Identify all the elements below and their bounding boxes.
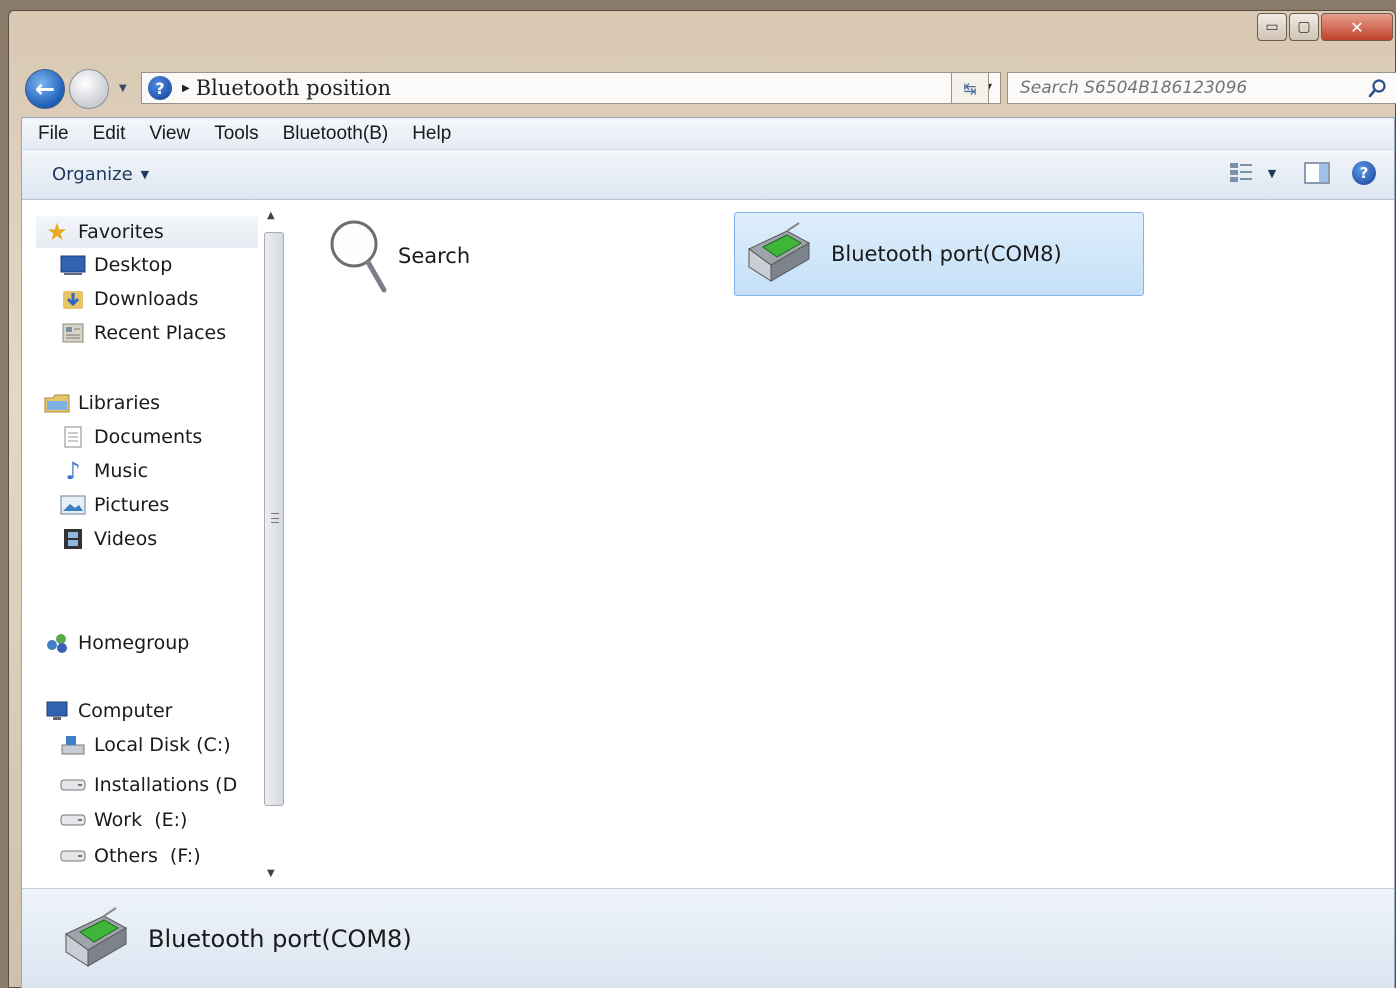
command-bar-tools: ▼ ? — [1222, 160, 1376, 186]
film-icon — [60, 526, 86, 552]
nav-libraries[interactable]: Libraries — [44, 390, 160, 416]
menu-tools[interactable]: Tools — [202, 123, 270, 145]
nav-others-f-label: Others (F:) — [94, 845, 201, 867]
view-dropdown-icon: ▼ — [1267, 166, 1277, 180]
nav-homegroup-label: Homegroup — [78, 632, 190, 654]
recent-places-icon — [60, 320, 86, 346]
content-area: Search Bluetooth port(COM8) — [292, 202, 1394, 890]
nav-installations-d-label: Installations (D — [94, 774, 238, 796]
maximize-button[interactable]: ▢ — [1289, 13, 1319, 41]
bluetooth-port-item[interactable]: Bluetooth port(COM8) — [734, 212, 1144, 296]
nav-videos-label: Videos — [94, 528, 158, 550]
nav-computer-label: Computer — [78, 700, 173, 722]
nav-work-e-label: Work (E:) — [94, 809, 188, 831]
serial-port-icon — [65, 906, 128, 967]
menu-view[interactable]: View — [137, 123, 202, 145]
search-device-item[interactable]: Search — [328, 216, 470, 296]
drive-icon — [60, 772, 86, 798]
nav-documents-label: Documents — [94, 426, 203, 448]
pictures-icon — [60, 492, 86, 518]
scroll-down-icon[interactable]: ▼ — [267, 868, 275, 879]
nav-recent-places-label: Recent Places — [94, 322, 227, 344]
breadcrumb-separator-icon[interactable]: ▶ — [182, 83, 190, 94]
nav-documents[interactable]: Documents — [60, 424, 202, 450]
forward-button[interactable] — [69, 69, 109, 109]
grip-icon — [271, 513, 279, 523]
search-icon[interactable] — [1368, 78, 1388, 98]
magnifier-icon — [330, 220, 387, 293]
nav-recent-places[interactable]: Recent Places — [60, 320, 226, 346]
nav-others-f[interactable]: Others (F:) — [60, 843, 201, 869]
drive-icon — [60, 807, 86, 833]
details-item-name: Bluetooth port(COM8) — [148, 924, 412, 953]
scroll-up-icon[interactable]: ▲ — [267, 210, 275, 221]
help-location-icon: ? — [148, 76, 172, 100]
preview-pane-icon — [1304, 162, 1330, 184]
bluetooth-port-label: Bluetooth port(COM8) — [831, 242, 1062, 266]
nav-desktop-label: Desktop — [94, 254, 173, 276]
search-item-label: Search — [398, 244, 471, 268]
star-icon: ★ — [46, 218, 68, 246]
nav-work-e[interactable]: Work (E:) — [60, 807, 187, 833]
menu-bar: File Edit View Tools Bluetooth(B) Help — [22, 118, 1394, 150]
breadcrumb-bluetooth-position[interactable]: Bluetooth position — [196, 76, 391, 100]
nav-music-label: Music — [94, 460, 149, 482]
close-button[interactable]: ✕ — [1321, 13, 1393, 41]
window-controls: ▭ ▢ ✕ — [1257, 13, 1393, 41]
downloads-folder-icon — [60, 286, 86, 312]
drive-icon — [60, 843, 86, 869]
command-bar: Organize ▼ ▼ ? — [22, 150, 1394, 200]
refresh-button[interactable]: ↹ — [951, 72, 989, 104]
search-box — [1007, 72, 1396, 104]
recent-pages-dropdown-icon[interactable]: ▼ — [119, 83, 127, 94]
nav-desktop[interactable]: Desktop — [60, 252, 172, 278]
back-arrow-icon: ← — [34, 75, 56, 103]
explorer-window: ▭ ▢ ✕ ← ▼ ? ▶ Bluetooth position ▼ ↹ — [8, 10, 1396, 988]
organize-label: Organize — [52, 164, 133, 185]
preview-pane-button[interactable] — [1304, 160, 1330, 186]
nav-favorites[interactable]: ★ Favorites — [36, 216, 258, 248]
nav-libraries-label: Libraries — [78, 392, 161, 414]
nav-music[interactable]: ♪ Music — [60, 457, 149, 485]
address-bar[interactable]: ? ▶ Bluetooth position ▼ — [141, 72, 1001, 104]
nav-local-disk-c[interactable]: Local Disk (C:) — [60, 732, 231, 758]
navigation-bar: ← ▼ ? ▶ Bluetooth position ▼ ↹ — [23, 69, 1396, 113]
local-disk-icon — [60, 732, 86, 758]
details-pane: Bluetooth port(COM8) — [22, 888, 1394, 988]
nav-local-disk-c-label: Local Disk (C:) — [94, 734, 231, 756]
menu-file[interactable]: File — [22, 123, 81, 145]
scrollbar-thumb[interactable] — [264, 232, 284, 806]
chevron-down-icon: ▼ — [140, 168, 150, 181]
documents-icon — [60, 424, 86, 450]
serial-port-icon — [748, 222, 811, 282]
nav-videos[interactable]: Videos — [60, 526, 157, 552]
computer-icon — [44, 698, 70, 724]
nav-downloads-label: Downloads — [94, 288, 199, 310]
nav-downloads[interactable]: Downloads — [60, 286, 198, 312]
minimize-button[interactable]: ▭ — [1257, 13, 1287, 41]
desktop-icon — [60, 252, 86, 278]
back-button[interactable]: ← — [25, 69, 65, 109]
nav-favorites-label: Favorites — [78, 221, 164, 243]
menu-help[interactable]: Help — [400, 123, 463, 145]
refresh-icon: ↹ — [963, 78, 977, 98]
menu-bluetooth[interactable]: Bluetooth(B) — [271, 123, 401, 145]
menu-edit[interactable]: Edit — [81, 123, 138, 145]
nav-computer[interactable]: Computer — [44, 698, 172, 724]
nav-pictures-label: Pictures — [94, 494, 170, 516]
search-input[interactable] — [1008, 73, 1348, 103]
navigation-pane: ★ Favorites Desktop Downloads Recent Pla… — [22, 202, 280, 890]
nav-installations-d[interactable]: Installations (D — [60, 772, 237, 798]
help-icon[interactable]: ? — [1352, 161, 1376, 185]
libraries-icon — [44, 390, 70, 416]
explorer-body: File Edit View Tools Bluetooth(B) Help O… — [21, 117, 1395, 988]
view-options-icon — [1229, 163, 1252, 182]
homegroup-icon — [44, 630, 70, 656]
organize-button[interactable]: Organize ▼ — [52, 164, 149, 185]
navigation-pane-scrollbar[interactable]: ▲ ▼ — [260, 206, 290, 894]
nav-homegroup[interactable]: Homegroup — [44, 630, 189, 656]
change-view-button[interactable]: ▼ — [1222, 160, 1282, 186]
music-note-icon: ♪ — [65, 457, 81, 485]
nav-pictures[interactable]: Pictures — [60, 492, 169, 518]
